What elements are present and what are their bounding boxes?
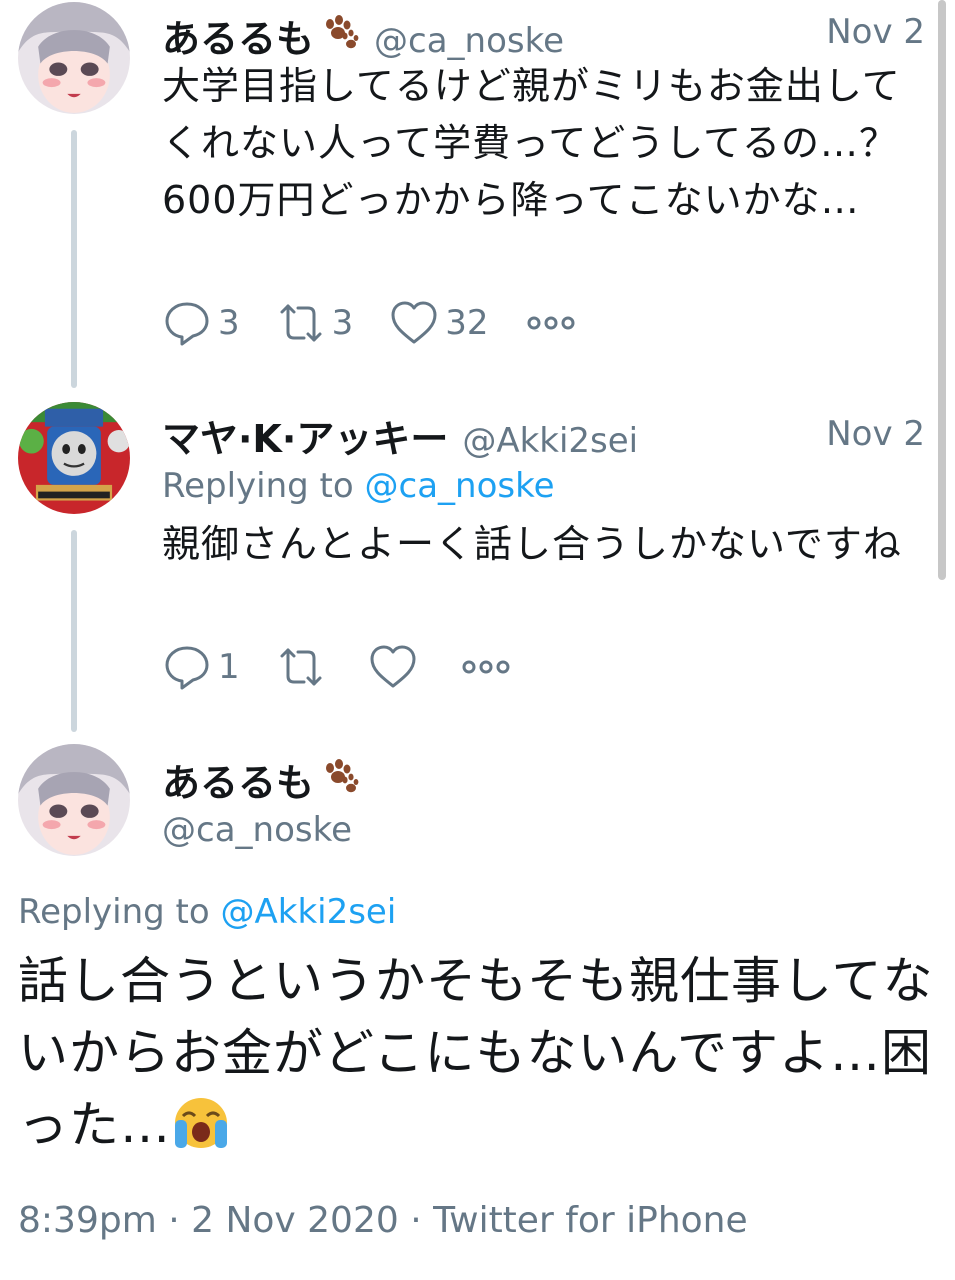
retweet-button[interactable] xyxy=(276,642,332,692)
reply-count: 3 xyxy=(218,303,240,343)
reply-count: 1 xyxy=(218,647,240,687)
more-button[interactable] xyxy=(460,657,512,677)
tweet-text: 親御さんとよーく話し合うしかないですね xyxy=(162,522,902,566)
tweet-header: あるるも @ca_noske xyxy=(162,8,564,63)
reply-icon xyxy=(162,298,212,348)
reply-icon xyxy=(162,642,212,692)
display-name[interactable]: マヤ·K·アッキー xyxy=(162,408,448,463)
thread-line xyxy=(71,530,77,732)
mention-link[interactable]: @Akki2sei xyxy=(221,892,397,932)
retweet-icon xyxy=(276,298,326,348)
scrollbar[interactable] xyxy=(938,0,946,580)
mention-link[interactable]: @ca_noske xyxy=(365,466,555,506)
replying-to: Replying to @ca_noske xyxy=(162,466,555,506)
handle[interactable]: @ca_noske xyxy=(374,21,564,61)
reply-button[interactable]: 1 xyxy=(162,642,240,692)
like-icon xyxy=(389,298,439,348)
replying-to-label: Replying to xyxy=(162,466,354,506)
replying-to-label: Replying to xyxy=(18,892,210,932)
like-button[interactable]: 32 xyxy=(389,298,489,348)
like-count: 32 xyxy=(445,303,489,343)
like-button[interactable] xyxy=(368,642,424,692)
tweet-timestamp: 8:39pm · 2 Nov 2020 · Twitter for iPhone xyxy=(18,1200,748,1241)
more-icon xyxy=(525,313,577,333)
more-icon xyxy=(460,657,512,677)
tweet-header: マヤ·K·アッキー @Akki2sei xyxy=(162,408,638,463)
tweet-header: あるるも xyxy=(162,752,360,807)
tweet-actions: 3 3 32 xyxy=(162,298,613,348)
retweet-icon xyxy=(276,642,326,692)
loudly-crying-face-emoji xyxy=(171,1096,231,1150)
tweet-text: 大学目指してるけど親がミリもお金出してくれない人って学費ってどうしてるの…？60… xyxy=(162,64,901,222)
reply-button[interactable]: 3 xyxy=(162,298,240,348)
avatar-akki2sei[interactable] xyxy=(18,402,130,514)
paw-prints-icon xyxy=(318,756,360,796)
retweet-button[interactable]: 3 xyxy=(276,298,354,348)
main-tweet-text-content: 話し合うというかそもそも親仕事してないからお金がどこにもないんですよ…困った… xyxy=(18,952,934,1154)
avatar-ca-noske[interactable] xyxy=(18,2,130,114)
display-name[interactable]: あるるも xyxy=(162,752,314,807)
avatar-ca-noske[interactable] xyxy=(18,744,130,856)
handle[interactable]: @ca_noske xyxy=(162,810,352,850)
tweet-actions: 1 xyxy=(162,642,548,692)
retweet-count: 3 xyxy=(331,303,354,343)
main-tweet-text: 話し合うというかそもそも親仕事してないからお金がどこにもないんですよ…困った… xyxy=(18,945,938,1161)
thread-line xyxy=(71,130,77,388)
replying-to: Replying to @Akki2sei xyxy=(18,892,396,932)
tweet-date[interactable]: Nov 2 xyxy=(826,414,925,454)
display-name[interactable]: あるるも xyxy=(162,8,314,63)
handle[interactable]: @Akki2sei xyxy=(462,421,638,461)
paw-prints-icon xyxy=(318,12,360,52)
more-button[interactable] xyxy=(525,313,577,333)
like-icon xyxy=(368,642,418,692)
tweet-date[interactable]: Nov 2 xyxy=(826,12,925,52)
